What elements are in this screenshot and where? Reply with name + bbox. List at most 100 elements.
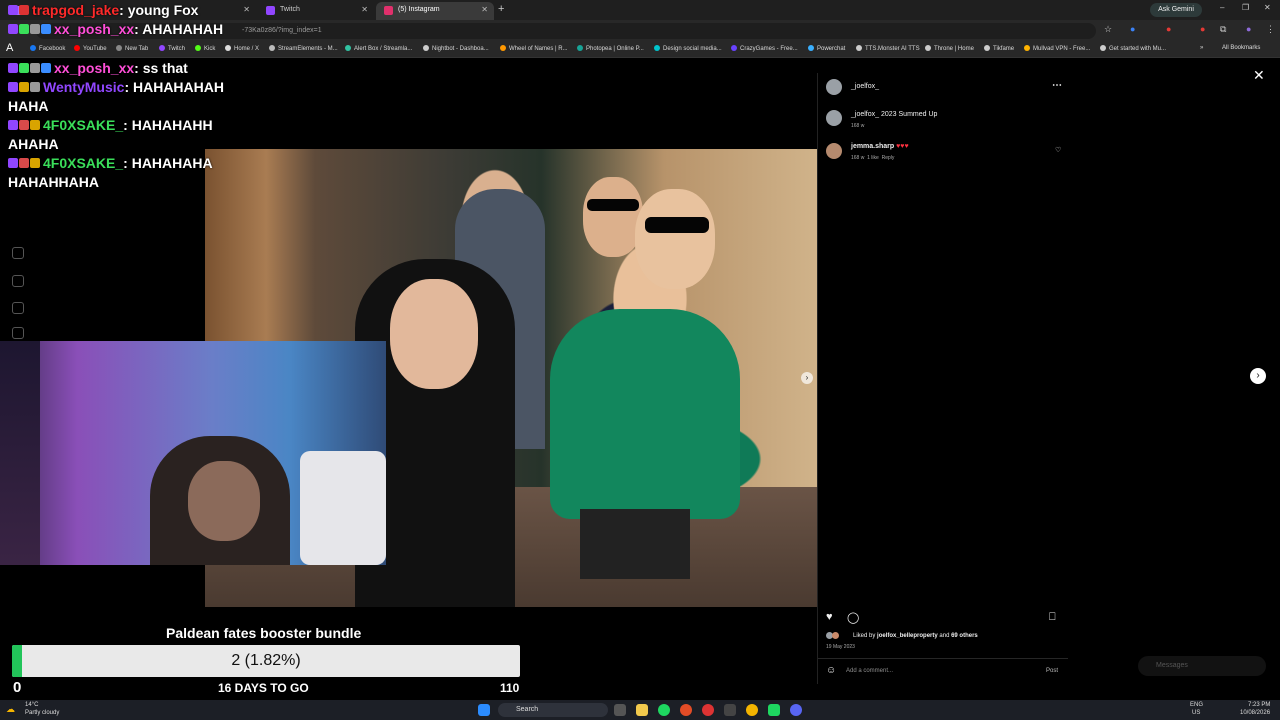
bookmark-wheel-of-names[interactable]: Wheel of Names | R...	[500, 45, 568, 52]
liked-by-others[interactable]: 69 others	[951, 633, 978, 639]
chrome-icon[interactable]	[746, 704, 758, 716]
comment-likes[interactable]: 1 like	[867, 155, 879, 161]
caption-avatar[interactable]	[826, 110, 842, 126]
bookmark-nightbot[interactable]: Nightbot - Dashboa...	[423, 45, 489, 52]
clock-date[interactable]: 10/08/2026	[1240, 710, 1270, 716]
bookmark-tts-monster[interactable]: TTS.Monster AI TTS	[856, 45, 920, 52]
home-icon[interactable]	[12, 247, 24, 259]
author-avatar[interactable]	[826, 79, 842, 95]
minimize-icon[interactable]: –	[1220, 3, 1224, 12]
bookmark-new-tab[interactable]: New Tab	[116, 45, 148, 52]
chat-username: 4F0XSAKE_	[43, 155, 124, 171]
like-heart-icon[interactable]: ♥	[826, 611, 833, 623]
extension-icon[interactable]: ●	[1200, 24, 1205, 34]
chat-text: HAHA	[8, 98, 49, 114]
window-close-icon[interactable]: ✕	[1264, 3, 1271, 12]
region[interactable]: US	[1192, 710, 1200, 716]
close-tab-icon[interactable]: ✕	[481, 2, 488, 18]
restore-icon[interactable]: ❐	[1242, 3, 1249, 12]
more-icon[interactable]	[12, 302, 24, 314]
more-options-icon[interactable]: ⋯	[1052, 80, 1062, 91]
next-post-icon[interactable]: ›	[1250, 368, 1266, 384]
add-comment-input[interactable]: Add a comment...	[846, 668, 893, 674]
ask-gemini-button[interactable]: Ask Gemini	[1150, 3, 1202, 17]
bookmark-crazygames[interactable]: CrazyGames - Free...	[731, 45, 798, 52]
bookmark-throne[interactable]: Throne | Home	[925, 45, 974, 52]
liked-by-prefix: Liked by	[853, 633, 876, 639]
caption-text: 2023 Summed Up	[880, 111, 938, 118]
chat-message: 4F0XSAKE_: HAHAHAHH	[8, 117, 213, 133]
new-tab-icon[interactable]: +	[498, 3, 504, 15]
liker-avatar	[832, 632, 839, 639]
like-comment-icon[interactable]: ♡	[1055, 146, 1061, 154]
bookmark-facebook[interactable]: Facebook	[30, 45, 65, 52]
chrome-icon[interactable]	[680, 704, 692, 716]
tab-instagram[interactable]: (5) Instagram ✕	[376, 2, 494, 20]
author-username[interactable]: _joelfox_	[851, 83, 879, 90]
extensions-puzzle-icon[interactable]: ⧉	[1220, 24, 1226, 35]
spotify-icon[interactable]	[658, 704, 670, 716]
chat-badges	[8, 155, 41, 171]
weather-temperature[interactable]: 14°C	[25, 702, 38, 708]
bookmark-powerchat[interactable]: Powerchat	[808, 45, 845, 52]
bookmark-photopea[interactable]: Photopea | Online P...	[577, 45, 644, 52]
clock-time[interactable]: 7:23 PM	[1248, 702, 1270, 708]
app-icon[interactable]	[702, 704, 714, 716]
all-bookmarks-button[interactable]: All Bookmarks	[1222, 45, 1260, 51]
star-icon[interactable]: ☆	[1104, 24, 1112, 35]
instagram-icon	[384, 6, 393, 15]
chat-message: WentyMusic: HAHAHAHAH	[8, 79, 224, 95]
extension-icon[interactable]: ●	[1130, 24, 1135, 34]
more-bookmarks-icon[interactable]: »	[1200, 45, 1203, 51]
menu-icon[interactable]: ⋮	[1266, 24, 1275, 35]
xbox-icon[interactable]	[724, 704, 736, 716]
commenter-avatar[interactable]	[826, 143, 842, 159]
comment-icon[interactable]: ◯	[847, 611, 859, 624]
profile-avatar[interactable]: ●	[1246, 24, 1251, 34]
bookmark-get-started[interactable]: Get started with Mu...	[1100, 45, 1166, 52]
carousel-next-icon[interactable]: ›	[801, 372, 813, 384]
bookmark-design-social[interactable]: Design social media...	[654, 45, 722, 52]
close-tab-icon[interactable]: ✕	[361, 2, 368, 18]
chat-badges	[8, 117, 41, 133]
filter-icon[interactable]	[12, 327, 24, 339]
apps-icon[interactable]: A	[6, 42, 13, 54]
bookmark-save-icon[interactable]: ⎕	[1049, 611, 1056, 624]
messages-button[interactable]: Messages	[1138, 656, 1266, 676]
close-tab-icon[interactable]: ✕	[243, 2, 250, 18]
task-view-icon[interactable]	[614, 704, 626, 716]
weather-condition[interactable]: Partly cloudy	[25, 710, 59, 716]
post-comment-button[interactable]: Post	[1046, 668, 1058, 674]
bookmark-label: Home / X	[234, 46, 260, 52]
bookmark-streamelements[interactable]: StreamElements - M...	[269, 45, 338, 52]
reels-icon[interactable]	[12, 275, 24, 287]
ask-gemini-label: Ask Gemini	[1158, 6, 1194, 13]
spotify-icon[interactable]	[768, 704, 780, 716]
reply-button[interactable]: Reply	[882, 155, 895, 161]
bookmark-kick[interactable]: Kick	[195, 45, 215, 52]
liked-by-user[interactable]: joelfox_belleproperty	[877, 633, 938, 639]
webcam-chair	[300, 451, 386, 565]
tab-twitch[interactable]: Twitch ✕	[258, 2, 374, 20]
file-explorer-icon[interactable]	[636, 704, 648, 716]
discord-icon[interactable]	[790, 704, 802, 716]
bookmark-label: TTS.Monster AI TTS	[865, 46, 920, 52]
bookmark-youtube[interactable]: YouTube	[74, 45, 107, 52]
emoji-icon[interactable]: ☺	[826, 665, 836, 676]
bookmarks-bar: A Facebook YouTube New Tab Twitch Kick H…	[0, 42, 1280, 58]
close-post-icon[interactable]: ✕	[1253, 67, 1265, 84]
bookmark-home-x[interactable]: Home / X	[225, 45, 259, 52]
goal-title: Paldean fates booster bundle	[166, 625, 362, 641]
start-icon[interactable]	[478, 704, 490, 716]
caption-username[interactable]: _joelfox_	[851, 111, 879, 118]
bookmark-mullvad[interactable]: Mullvad VPN - Free...	[1024, 45, 1090, 52]
bookmark-alert-box[interactable]: Alert Box / Streamla...	[345, 45, 412, 52]
taskbar-search[interactable]: Search	[498, 703, 608, 717]
photo-shorts	[580, 509, 690, 579]
screen: ✕ Twitch ✕ (5) Instagram ✕ + Ask Gemini – …	[0, 0, 1280, 720]
extension-icon[interactable]: ●	[1166, 24, 1171, 34]
comment-username[interactable]: jemma.sharp	[851, 143, 894, 150]
bookmark-twitch[interactable]: Twitch	[159, 45, 185, 52]
bookmark-tikfame[interactable]: Tikfame	[984, 45, 1014, 52]
language[interactable]: ENG	[1190, 702, 1203, 708]
